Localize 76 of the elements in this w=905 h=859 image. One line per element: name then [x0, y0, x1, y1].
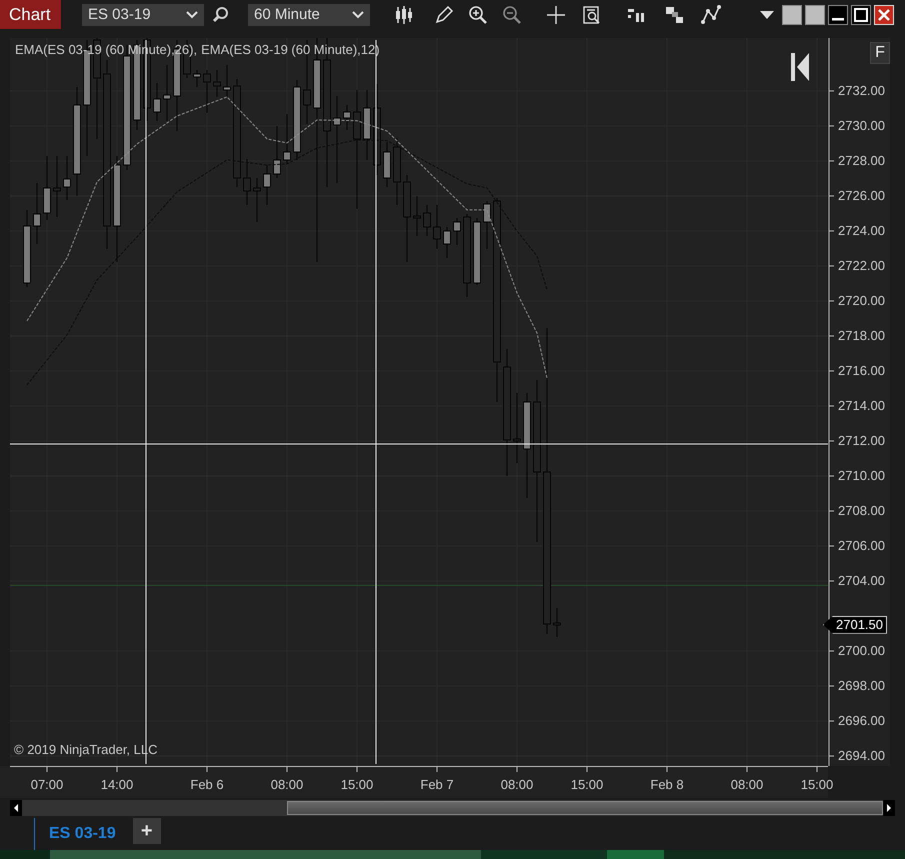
- time-label: 14:00: [100, 777, 134, 792]
- candle: [553, 608, 561, 638]
- time-label: 15:00: [340, 777, 374, 792]
- report-icon[interactable]: [582, 4, 602, 24]
- candle: [223, 64, 231, 98]
- zoom-in-icon[interactable]: [468, 4, 488, 24]
- scroll-to-end-icon[interactable]: [790, 52, 810, 82]
- line-nodes-icon[interactable]: [700, 4, 722, 24]
- candlestick-icon[interactable]: [394, 4, 414, 24]
- price-label: 2726.00: [838, 188, 885, 204]
- price-label: 2716.00: [838, 362, 885, 379]
- window-option-button[interactable]: [805, 4, 825, 24]
- chevron-icon: [186, 10, 198, 18]
- maximize-button[interactable]: [851, 4, 871, 24]
- candle: [33, 182, 41, 244]
- time-label: 08:00: [500, 777, 534, 792]
- price-label: 2698.00: [838, 678, 885, 694]
- price-label: 2728.00: [838, 152, 885, 169]
- candle: [263, 164, 271, 206]
- price-label: 2700.00: [838, 643, 885, 659]
- candle: [343, 104, 351, 130]
- candle: [473, 218, 481, 286]
- time-label: 08:00: [270, 777, 304, 792]
- candle: [363, 90, 371, 160]
- time-label: 15:00: [800, 777, 834, 792]
- price-label: 2704.00: [838, 572, 885, 589]
- price-label: 2710.00: [838, 468, 885, 484]
- price-label: 2712.00: [838, 432, 885, 449]
- candle: [273, 126, 281, 178]
- scroll-left-button[interactable]: [10, 800, 22, 816]
- price-label: 2724.00: [838, 222, 885, 239]
- zoom-out-icon[interactable]: [502, 4, 522, 24]
- price-label: 2720.00: [838, 292, 885, 309]
- candle: [383, 142, 391, 188]
- candle: [483, 200, 491, 250]
- last-price-marker: 2701.50: [823, 616, 887, 634]
- price-label: 2706.00: [838, 538, 885, 554]
- candle: [153, 82, 161, 122]
- price-label: 2718.00: [838, 328, 885, 344]
- price-label: 2732.00: [838, 82, 885, 99]
- time-label: 15:00: [570, 777, 604, 792]
- candle: [453, 218, 461, 246]
- squares-icon[interactable]: [664, 4, 684, 24]
- price-label: 2722.00: [838, 258, 885, 274]
- instrument-dropdown[interactable]: ES 03-19: [82, 4, 204, 26]
- close-button[interactable]: [874, 4, 894, 24]
- window-option-button[interactable]: [782, 4, 802, 24]
- candle: [63, 156, 71, 200]
- legend-separator: ,: [193, 42, 198, 57]
- scrollbar-thumb[interactable]: [287, 801, 883, 815]
- candle: [163, 64, 171, 122]
- candle: [283, 114, 291, 164]
- price-label: 2694.00: [838, 748, 885, 764]
- price-label: 2696.00: [838, 713, 885, 730]
- time-label: 08:00: [730, 777, 764, 792]
- scale-button[interactable]: F: [870, 42, 890, 64]
- price-label: 2714.00: [838, 398, 885, 414]
- time-label: 07:00: [30, 777, 64, 792]
- chevron-icon: [352, 10, 364, 18]
- interval-dropdown[interactable]: 60 Minute: [248, 4, 370, 26]
- candle: [193, 70, 201, 88]
- price-label: 2708.00: [838, 502, 885, 519]
- candle: [43, 156, 51, 220]
- scroll-right-button[interactable]: [883, 800, 895, 816]
- price-label: 2730.00: [838, 118, 885, 134]
- pencil-icon[interactable]: [434, 4, 454, 24]
- candle: [443, 226, 451, 258]
- minimize-button[interactable]: [828, 4, 848, 24]
- time-label: Feb 8: [649, 777, 685, 792]
- window-title: Chart: [0, 0, 61, 29]
- time-label: Feb 6: [189, 777, 225, 792]
- caret-icon[interactable]: [760, 10, 774, 18]
- crosshair-icon[interactable]: [546, 4, 566, 24]
- search-icon[interactable]: [212, 6, 230, 24]
- add-tab-button[interactable]: +: [132, 818, 161, 844]
- time-label: Feb 7: [419, 777, 455, 792]
